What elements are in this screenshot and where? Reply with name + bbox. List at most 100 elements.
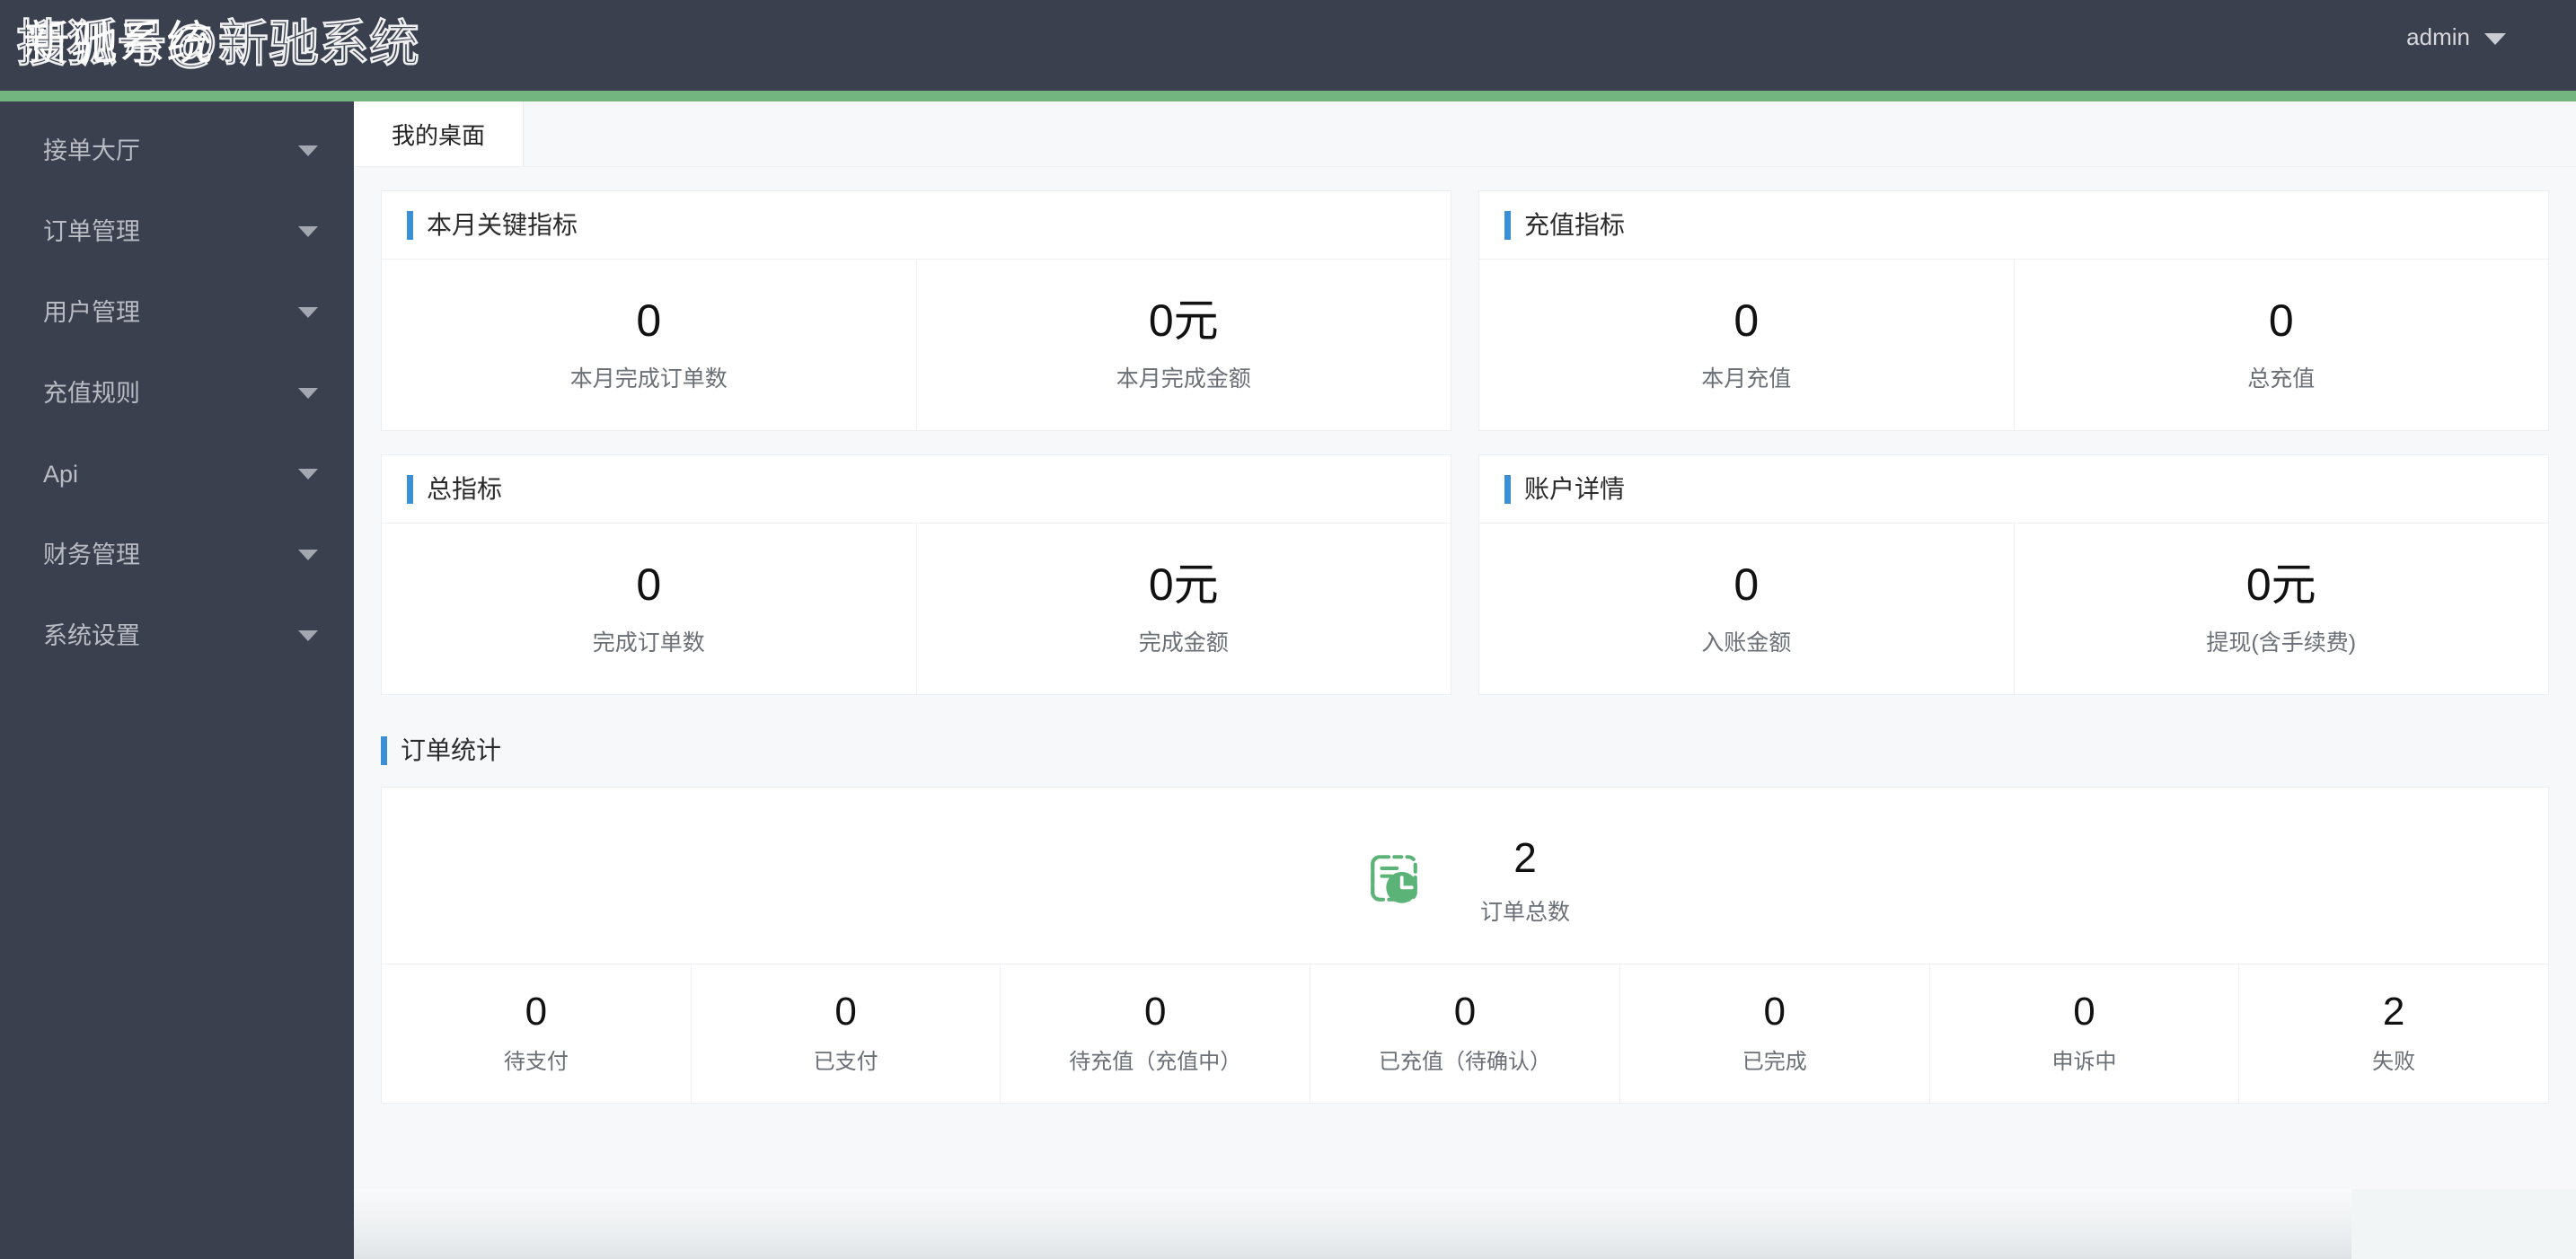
card-header: 充值指标 (1479, 191, 2548, 260)
card-order-statistics: 2 订单总数 0 待支付 0 已支付 0 待充值（充值中） 0 已充值（待确认）… (381, 787, 2549, 1104)
card-recharge-metrics: 充值指标 0 本月充值 0 总充值 (1478, 190, 2549, 431)
metric-value: 0 (1734, 559, 1760, 610)
sidebar-item-label: 订单管理 (43, 218, 140, 245)
card-accent-bar (407, 474, 413, 504)
order-status-completed[interactable]: 0 已完成 (1620, 964, 1930, 1103)
status-label: 失败 (2372, 1050, 2416, 1074)
metric-month-recharge: 0 本月充值 (1479, 260, 2015, 430)
metric-label: 总充值 (2247, 366, 2316, 392)
order-total-block: 2 订单总数 (1480, 831, 1570, 926)
order-total-label: 订单总数 (1479, 900, 1570, 925)
metric-value: 0 (1734, 295, 1760, 346)
metric-value: 0元 (1148, 559, 1219, 610)
metric-month-completed-amount: 0元 本月完成金额 (917, 260, 1451, 430)
metric-row: 0 本月完成订单数 0元 本月完成金额 (382, 260, 1451, 430)
chevron-down-icon (298, 307, 318, 318)
metric-label: 入账金额 (1701, 630, 1792, 656)
sidebar-item-label: Api (43, 461, 79, 488)
card-accent-bar (381, 736, 387, 765)
main-content-area: 我的桌面 本月关键指标 0 本月完成订单数 0元 本月完成金额 充值指标 0 本… (354, 91, 2576, 1259)
order-clock-icon (1360, 844, 1428, 912)
sidebar-item-label: 财务管理 (43, 541, 140, 568)
user-menu[interactable]: admin (2406, 23, 2506, 50)
metric-incoming-amount: 0 入账金额 (1479, 524, 2015, 694)
sidebar-item-order-hall[interactable]: 接单大厅 (0, 110, 354, 191)
card-title: 本月关键指标 (427, 210, 578, 239)
metric-value: 0 (636, 295, 662, 346)
chevron-down-icon (2484, 32, 2506, 45)
tab-strip: 我的桌面 (354, 101, 2576, 167)
card-header: 总指标 (382, 455, 1451, 524)
sidebar-item-user-management[interactable]: 用户管理 (0, 272, 354, 353)
metric-value: 0 (636, 559, 662, 610)
chevron-down-icon (298, 226, 318, 237)
card-accent-bar (407, 210, 413, 240)
metric-completed-orders: 0 完成订单数 (382, 524, 917, 694)
order-status-recharged-pending-confirm[interactable]: 0 已充值（待确认） (1310, 964, 1620, 1103)
top-header-bar: 新驰系统 admin (0, 0, 2576, 91)
status-label: 已充值（待确认） (1379, 1050, 1552, 1074)
sidebar-item-system-settings[interactable]: 系统设置 (0, 595, 354, 676)
metric-completed-amount: 0元 完成金额 (917, 524, 1451, 694)
metric-label: 本月完成金额 (1116, 366, 1251, 392)
chevron-down-icon (298, 630, 318, 641)
card-header: 账户详情 (1479, 455, 2548, 524)
status-label: 已完成 (1742, 1050, 1807, 1074)
metric-value: 0 (2268, 295, 2294, 346)
metric-label: 本月充值 (1701, 366, 1792, 392)
dashboard-row-3: 订单统计 2 订单总数 0 待支付 0 已支付 0 待充值（充值中） 0 已充值… (381, 718, 2549, 1104)
metric-month-completed-orders: 0 本月完成订单数 (382, 260, 917, 430)
card-title: 总指标 (427, 474, 503, 503)
sidebar-item-recharge-rules[interactable]: 充值规则 (0, 353, 354, 434)
order-status-paid[interactable]: 0 已支付 (692, 964, 1001, 1103)
card-account-details: 账户详情 0 入账金额 0元 提现(含手续费) (1478, 454, 2549, 695)
status-value: 0 (1453, 990, 1477, 1034)
app-title: 新驰系统 (23, 18, 215, 70)
sidebar-accent-bar (0, 91, 354, 101)
metric-value: 0元 (1148, 295, 1219, 346)
sidebar-item-label: 接单大厅 (43, 137, 140, 164)
chevron-down-icon (298, 469, 318, 480)
metric-total-recharge: 0 总充值 (2015, 260, 2549, 430)
dashboard-row-1: 本月关键指标 0 本月完成订单数 0元 本月完成金额 充值指标 0 本月充值 0… (381, 190, 2549, 431)
status-value: 0 (1144, 990, 1167, 1034)
card-header: 本月关键指标 (382, 191, 1451, 260)
metric-value: 0元 (2245, 559, 2316, 610)
order-status-pending-recharge[interactable]: 0 待充值（充值中） (1001, 964, 1311, 1103)
dashboard-content: 本月关键指标 0 本月完成订单数 0元 本月完成金额 充值指标 0 本月充值 0… (354, 167, 2576, 1259)
metric-row: 0 入账金额 0元 提现(含手续费) (1479, 524, 2548, 694)
metric-row: 0 完成订单数 0元 完成金额 (382, 524, 1451, 694)
order-total-value: 2 (1513, 834, 1537, 881)
status-value: 0 (1763, 990, 1786, 1034)
card-accent-bar (1504, 474, 1511, 504)
chevron-down-icon (298, 550, 318, 560)
card-title: 订单统计 (401, 736, 502, 764)
metric-label: 完成订单数 (592, 630, 705, 656)
main-accent-bar (354, 91, 2576, 101)
metric-label: 完成金额 (1138, 630, 1229, 656)
sidebar-item-label: 系统设置 (43, 622, 140, 649)
card-month-key-metrics: 本月关键指标 0 本月完成订单数 0元 本月完成金额 (381, 190, 1451, 431)
status-value: 0 (2073, 990, 2095, 1034)
tab-my-desktop[interactable]: 我的桌面 (354, 101, 525, 166)
status-label: 待支付 (503, 1050, 569, 1074)
order-status-grid: 0 待支付 0 已支付 0 待充值（充值中） 0 已充值（待确认） 0 已完成 … (382, 964, 2548, 1103)
sidebar-item-order-management[interactable]: 订单管理 (0, 191, 354, 272)
status-label: 待充值（充值中） (1069, 1050, 1242, 1074)
metric-row: 0 本月充值 0 总充值 (1479, 260, 2548, 430)
sidebar-item-finance-management[interactable]: 财务管理 (0, 515, 354, 595)
order-status-failed[interactable]: 2 失败 (2239, 964, 2548, 1103)
order-status-in-appeal[interactable]: 0 申诉中 (1930, 964, 2240, 1103)
order-stats-summary: 2 订单总数 (382, 788, 2548, 964)
status-label: 申诉中 (2051, 1050, 2117, 1074)
order-status-pending-payment[interactable]: 0 待支付 (382, 964, 692, 1103)
status-value: 0 (525, 990, 548, 1034)
sidebar-item-label: 用户管理 (43, 299, 140, 326)
status-label: 已支付 (813, 1050, 878, 1074)
dashboard-row-2: 总指标 0 完成订单数 0元 完成金额 账户详情 0 入账金额 0元 提现(含手… (381, 454, 2549, 695)
metric-label: 本月完成订单数 (569, 366, 728, 392)
sidebar-menu-list: 接单大厅 订单管理 用户管理 充值规则 Api 财务管理 系统设置 (0, 91, 354, 676)
card-total-metrics: 总指标 0 完成订单数 0元 完成金额 (381, 454, 1451, 695)
card-accent-bar (1504, 210, 1511, 240)
sidebar-item-api[interactable]: Api (0, 434, 354, 515)
